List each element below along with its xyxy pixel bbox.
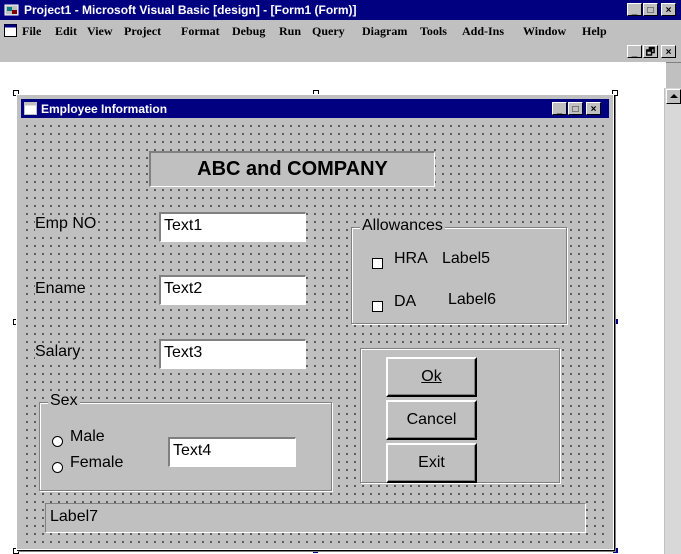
sex-frame: Sex Male Female Text4 (39, 392, 332, 491)
hra-checkbox[interactable] (372, 258, 383, 269)
form-maximize-button[interactable]: □ (568, 102, 583, 115)
menu-project[interactable]: Project (124, 24, 161, 39)
menu-tools[interactable]: Tools (420, 24, 447, 39)
allowances-caption: Allowances (360, 217, 445, 235)
close-button[interactable]: × (661, 3, 676, 16)
mdi-close-button[interactable]: × (661, 45, 676, 58)
salary-textbox[interactable]: Text3 (159, 339, 306, 369)
menu-diagram[interactable]: Diagram (362, 24, 407, 39)
menu-help[interactable]: Help (582, 24, 607, 39)
form-title-bar[interactable]: Employee Information _ □ × (21, 99, 609, 118)
menu-edit[interactable]: Edit (55, 24, 77, 39)
ename-textbox[interactable]: Text2 (159, 275, 306, 305)
cancel-button[interactable]: Cancel (386, 400, 477, 440)
menu-file[interactable]: File (22, 24, 41, 39)
scroll-up-button[interactable] (666, 89, 681, 104)
maximize-button[interactable]: □ (643, 3, 658, 16)
status-label: Label7 (45, 503, 586, 533)
menu-format[interactable]: Format (181, 24, 220, 39)
app-title: Project1 - Microsoft Visual Basic [desig… (24, 3, 357, 17)
buttons-frame: Ok Cancel Exit (360, 348, 560, 483)
menu-add-ins[interactable]: Add-Ins (462, 24, 504, 39)
menu-view[interactable]: View (87, 24, 113, 39)
menu-query[interactable]: Query (312, 24, 345, 39)
menu-bar: File Edit View Project Format Debug Run … (0, 20, 681, 42)
app-title-bar[interactable]: Project1 - Microsoft Visual Basic [desig… (0, 0, 681, 20)
mdi-controls-bar: _ 🗗 × (0, 42, 681, 63)
da-value-label: Label6 (448, 291, 497, 309)
minimize-button[interactable]: _ (627, 3, 642, 16)
sex-caption: Sex (48, 392, 80, 410)
form-minimize-button[interactable]: _ (552, 102, 567, 115)
sex-textbox[interactable]: Text4 (168, 437, 296, 467)
female-label[interactable]: Female (70, 454, 124, 472)
form-close-button[interactable]: × (586, 102, 601, 115)
emp-no-textbox[interactable]: Text1 (159, 212, 306, 242)
ok-button[interactable]: Ok (386, 357, 477, 397)
mdi-restore-button[interactable]: 🗗 (643, 45, 658, 58)
hra-value-label: Label5 (442, 250, 491, 268)
form-icon (24, 102, 37, 115)
male-radio[interactable] (52, 436, 63, 447)
allowances-frame: Allowances HRA Label5 DA Label6 (351, 217, 567, 324)
male-label[interactable]: Male (70, 428, 105, 446)
exit-button[interactable]: Exit (386, 443, 477, 483)
menu-debug[interactable]: Debug (232, 24, 265, 39)
da-label[interactable]: DA (394, 293, 417, 311)
female-radio[interactable] (52, 462, 63, 473)
vertical-scrollbar[interactable] (664, 88, 681, 554)
ename-label: Ename (35, 280, 86, 298)
mdi-minimize-button[interactable]: _ (627, 45, 642, 58)
menu-run[interactable]: Run (279, 24, 301, 39)
form-title: Employee Information (41, 102, 168, 116)
cancel-button-label: Cancel (406, 411, 457, 428)
form-client-area: ABC and COMPANY Emp NO Ename Salary Text… (21, 120, 609, 547)
scroll-up-arrow-icon (670, 94, 678, 98)
form-window[interactable]: Employee Information _ □ × ABC and COMPA… (16, 94, 614, 550)
da-checkbox[interactable] (372, 301, 383, 312)
menu-window[interactable]: Window (523, 24, 566, 39)
hra-label[interactable]: HRA (394, 250, 428, 268)
exit-button-label: Exit (418, 454, 445, 471)
salary-label: Salary (35, 343, 81, 361)
ok-button-label: Ok (421, 368, 442, 385)
company-heading: ABC and COMPANY (149, 151, 435, 187)
emp-no-label: Emp NO (35, 215, 97, 233)
visual-basic-icon (4, 4, 19, 16)
form-icon (4, 24, 17, 37)
